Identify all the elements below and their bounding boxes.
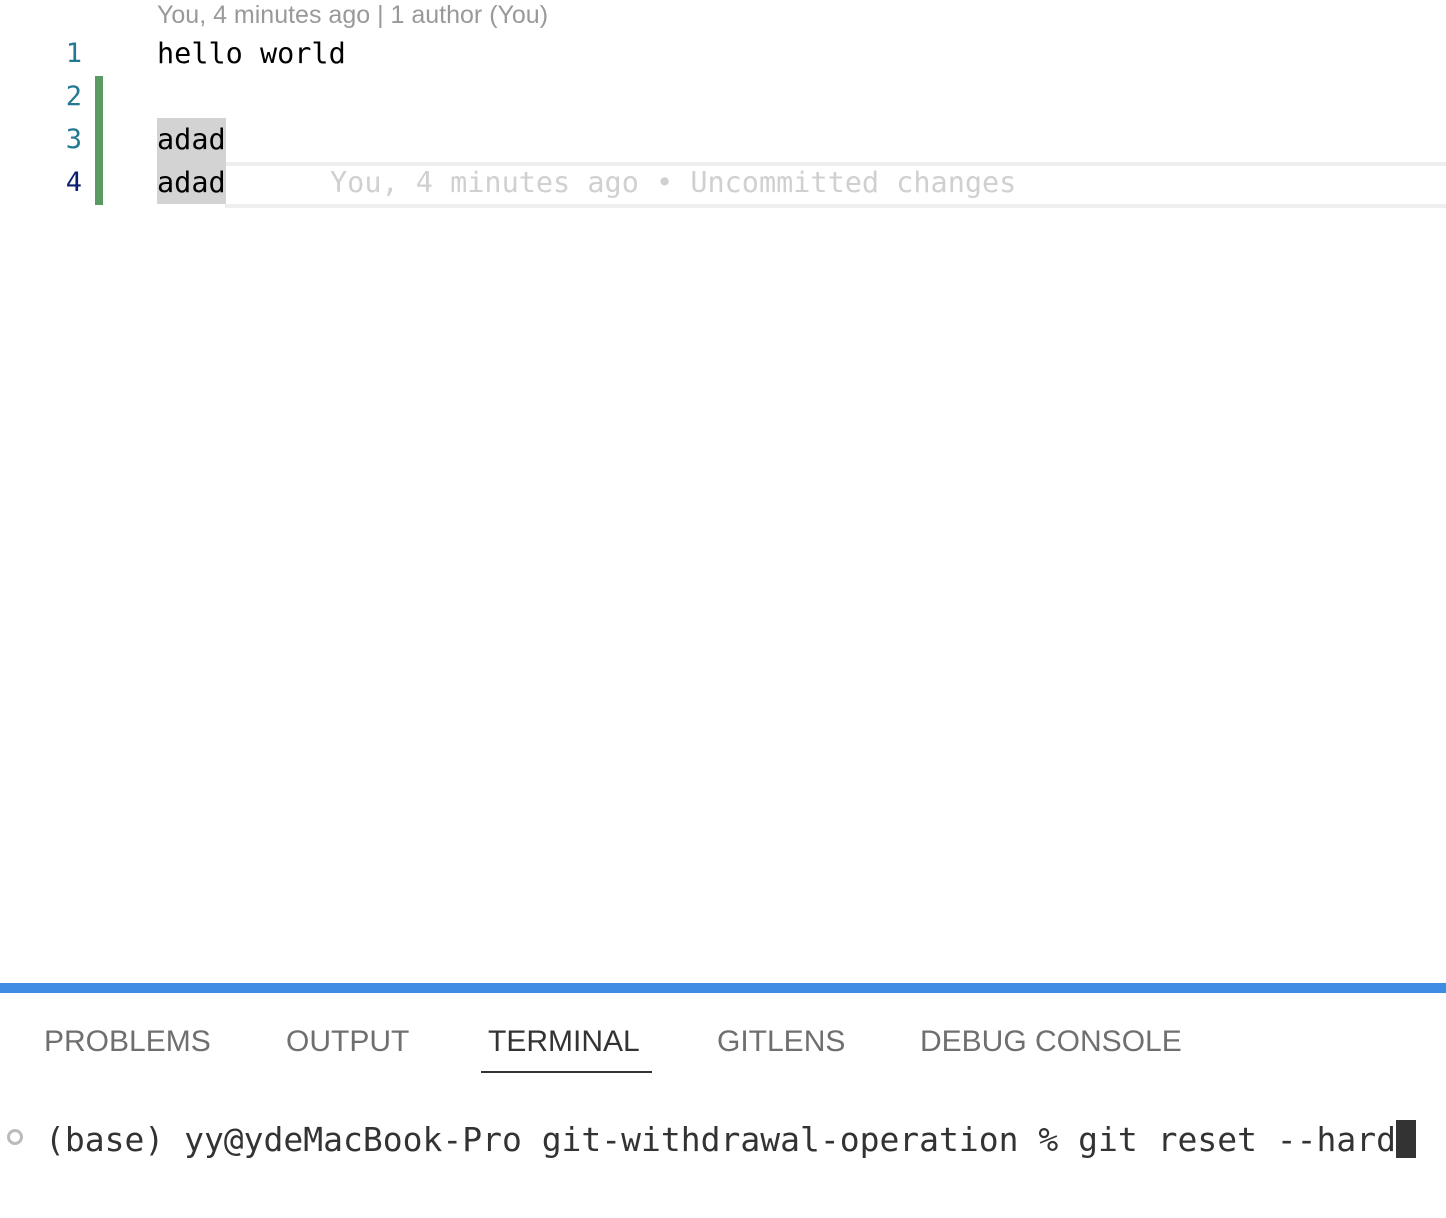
line-text[interactable]: hello world — [157, 32, 346, 75]
inline-blame-annotation: You, 4 minutes ago • Uncommitted changes — [330, 166, 1017, 199]
line-number: 4 — [65, 167, 82, 198]
line-text[interactable]: adad — [157, 118, 226, 161]
editor-line[interactable]: 2 — [0, 75, 1446, 118]
tab-terminal[interactable]: TERMINAL — [488, 1020, 640, 1064]
tab-output[interactable]: OUTPUT — [286, 1020, 409, 1064]
line-number: 2 — [65, 81, 82, 112]
editor-line[interactable]: 1 hello world — [0, 32, 1446, 75]
terminal-command[interactable]: git reset --hard — [1078, 1120, 1396, 1159]
line-text[interactable]: adad — [157, 161, 226, 204]
tab-debug-console[interactable]: DEBUG CONSOLE — [920, 1020, 1182, 1064]
tab-gitlens[interactable]: GITLENS — [717, 1020, 845, 1064]
terminal-cursor — [1396, 1120, 1417, 1158]
tab-problems[interactable]: PROBLEMS — [44, 1020, 211, 1064]
active-tab-indicator — [481, 1071, 652, 1073]
line-number: 3 — [65, 124, 82, 155]
terminal-line[interactable]: (base) yy@ydeMacBook-Pro git-withdrawal-… — [45, 1118, 1417, 1162]
line-number: 1 — [65, 38, 82, 69]
command-status-circle-icon[interactable] — [7, 1129, 23, 1145]
editor-line[interactable]: 3 adad — [0, 118, 1446, 161]
panel-resize-sash[interactable] — [0, 983, 1446, 993]
editor-line-current[interactable]: 4 adad You, 4 minutes ago • Uncommitted … — [0, 161, 1446, 204]
codelens-blame-header[interactable]: You, 4 minutes ago | 1 author (You) — [157, 0, 548, 30]
terminal-prompt: (base) yy@ydeMacBook-Pro git-withdrawal-… — [45, 1120, 1079, 1159]
